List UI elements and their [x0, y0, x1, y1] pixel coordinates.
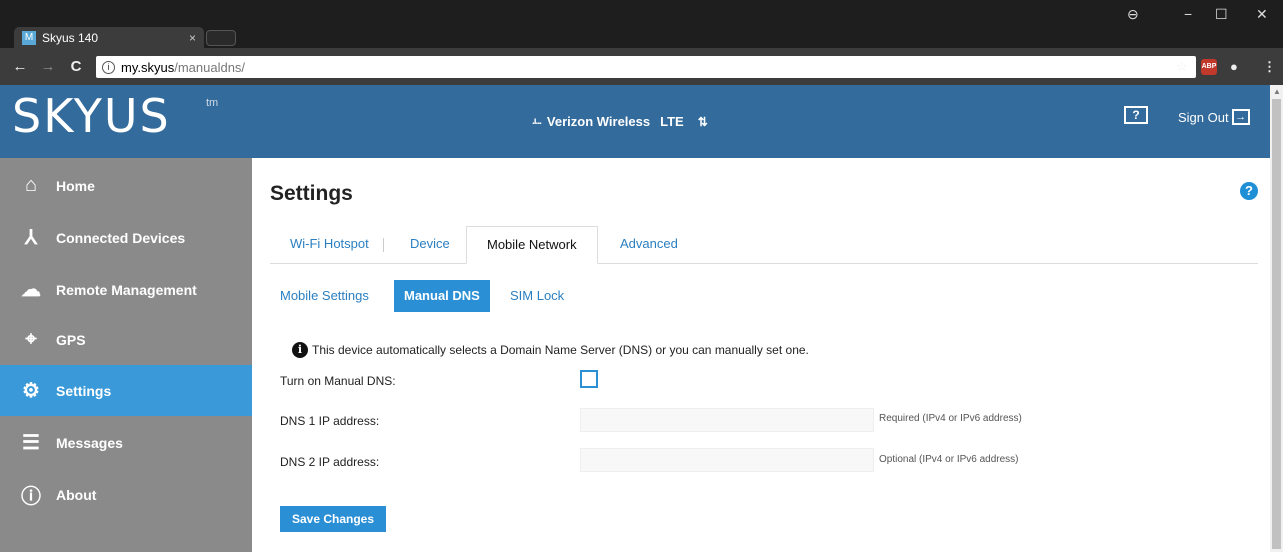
tab-title: Skyus 140 [42, 30, 99, 45]
info-icon: i [292, 342, 308, 358]
tab-advanced[interactable]: Advanced [600, 226, 698, 264]
reload-button[interactable]: C [68, 58, 84, 75]
profile-icon[interactable]: ⊖ [1127, 6, 1139, 23]
info-text: This device automatically selects a Doma… [312, 343, 809, 357]
sign-out-button[interactable]: Sign Out → [1178, 109, 1250, 125]
page-scrollbar[interactable]: ▲ [1270, 85, 1283, 552]
sidebar-item-label: Settings [56, 382, 112, 399]
dns1-input[interactable] [580, 408, 874, 432]
help-icon[interactable]: ? [1240, 182, 1258, 200]
sidebar-item-gps[interactable]: ⌖ GPS [0, 314, 252, 365]
sidebar-item-messages[interactable]: ☰ Messages [0, 417, 252, 468]
window-close-button[interactable]: ✕ [1256, 6, 1268, 23]
url-host: my.skyus [121, 59, 175, 75]
logo-trademark: tm [206, 97, 219, 109]
connected-devices-icon: ⅄ [24, 227, 38, 249]
info-icon: ⓘ [21, 486, 41, 508]
sidebar-item-label: Home [56, 177, 95, 194]
help-button[interactable]: ? [1124, 106, 1148, 124]
cloud-icon: ☁ [21, 279, 41, 301]
site-info-icon[interactable]: i [102, 60, 115, 74]
main-content: Settings ? Wi-Fi Hotspot Device Mobile N… [252, 158, 1270, 552]
subtab-manual-dns[interactable]: Manual DNS [394, 280, 490, 312]
network-status: .ı... Verizon Wireless LTE ⇅ [532, 114, 708, 129]
app-header: SKYUS tm .ı... Verizon Wireless LTE ⇅ ? … [0, 85, 1270, 158]
dns1-hint: Required (IPv4 or IPv6 address) [879, 413, 1022, 424]
subtab-sim-lock[interactable]: SIM Lock [500, 280, 574, 312]
network-type: LTE [660, 114, 684, 129]
minimize-button[interactable]: − [1184, 6, 1192, 22]
home-icon: ⌂ [24, 174, 38, 196]
tab-close-icon[interactable]: × [189, 31, 196, 45]
scrollbar-thumb[interactable] [1272, 99, 1281, 549]
address-bar[interactable]: i my.skyus/manualdns/ [96, 56, 1196, 78]
data-transfer-icon: ⇅ [697, 114, 708, 129]
skyus-logo: SKYUS [12, 89, 171, 143]
sidebar-item-label: Connected Devices [56, 229, 186, 246]
scroll-up-icon[interactable]: ▲ [1273, 87, 1281, 96]
sidebar-item-remote-management[interactable]: ☁ Remote Management [0, 264, 252, 315]
menu-icon[interactable]: ⋮ [1263, 59, 1276, 75]
sidebar-item-settings[interactable]: ⚙ Settings [0, 365, 252, 416]
forward-button[interactable]: → [40, 58, 56, 75]
sidebar-item-label: Remote Management [56, 281, 197, 298]
tab-device[interactable]: Device [390, 226, 470, 264]
sign-out-label: Sign Out [1178, 109, 1229, 125]
tab-wifi-hotspot[interactable]: Wi-Fi Hotspot [270, 226, 389, 264]
back-button[interactable]: ← [12, 58, 28, 75]
manual-dns-checkbox[interactable] [580, 370, 598, 388]
bookmark-star-icon[interactable]: ☆ [1176, 59, 1188, 75]
settings-tabs: Wi-Fi Hotspot Device Mobile Network Adva… [270, 226, 1258, 264]
save-changes-button[interactable]: Save Changes [280, 506, 386, 532]
tab-divider [383, 238, 384, 252]
subtab-mobile-settings[interactable]: Mobile Settings [270, 280, 379, 312]
dns1-label: DNS 1 IP address: [280, 414, 380, 428]
crosshair-icon: ⌖ [25, 328, 37, 350]
dns2-hint: Optional (IPv4 or IPv6 address) [879, 454, 1019, 465]
manual-dns-label: Turn on Manual DNS: [280, 374, 396, 388]
dns2-input[interactable] [580, 448, 874, 472]
extension-icon[interactable]: ● [1230, 59, 1238, 74]
adblock-icon[interactable]: ABP [1201, 59, 1217, 75]
sidebar: ⌂ Home ⅄ Connected Devices ☁ Remote Mana… [0, 158, 252, 552]
sidebar-item-connected-devices[interactable]: ⅄ Connected Devices [0, 212, 252, 263]
dns2-label: DNS 2 IP address: [280, 455, 380, 469]
favicon: M [22, 30, 36, 45]
url-path: /manualdns/ [174, 59, 246, 75]
sidebar-item-home[interactable]: ⌂ Home [0, 160, 252, 211]
info-message: i This device automatically selects a Do… [292, 342, 809, 358]
page-title: Settings [270, 182, 353, 205]
gear-icon: ⚙ [22, 380, 40, 402]
carrier-name: Verizon Wireless [546, 114, 651, 129]
message-icon: ☰ [22, 432, 40, 454]
browser-tab[interactable]: M Skyus 140 × [14, 27, 204, 48]
sidebar-item-label: About [56, 486, 97, 503]
maximize-button[interactable]: ☐ [1215, 6, 1228, 23]
tab-mobile-network[interactable]: Mobile Network [466, 226, 598, 264]
browser-titlebar: M Skyus 140 × ⊖ − ☐ ✕ [0, 0, 1283, 48]
new-tab-button[interactable] [206, 30, 236, 46]
sidebar-item-label: Messages [56, 434, 123, 451]
sign-out-icon: → [1231, 109, 1250, 125]
sidebar-item-about[interactable]: ⓘ About [0, 469, 252, 520]
signal-icon: .ı... [532, 116, 542, 127]
sidebar-item-label: GPS [56, 331, 86, 348]
